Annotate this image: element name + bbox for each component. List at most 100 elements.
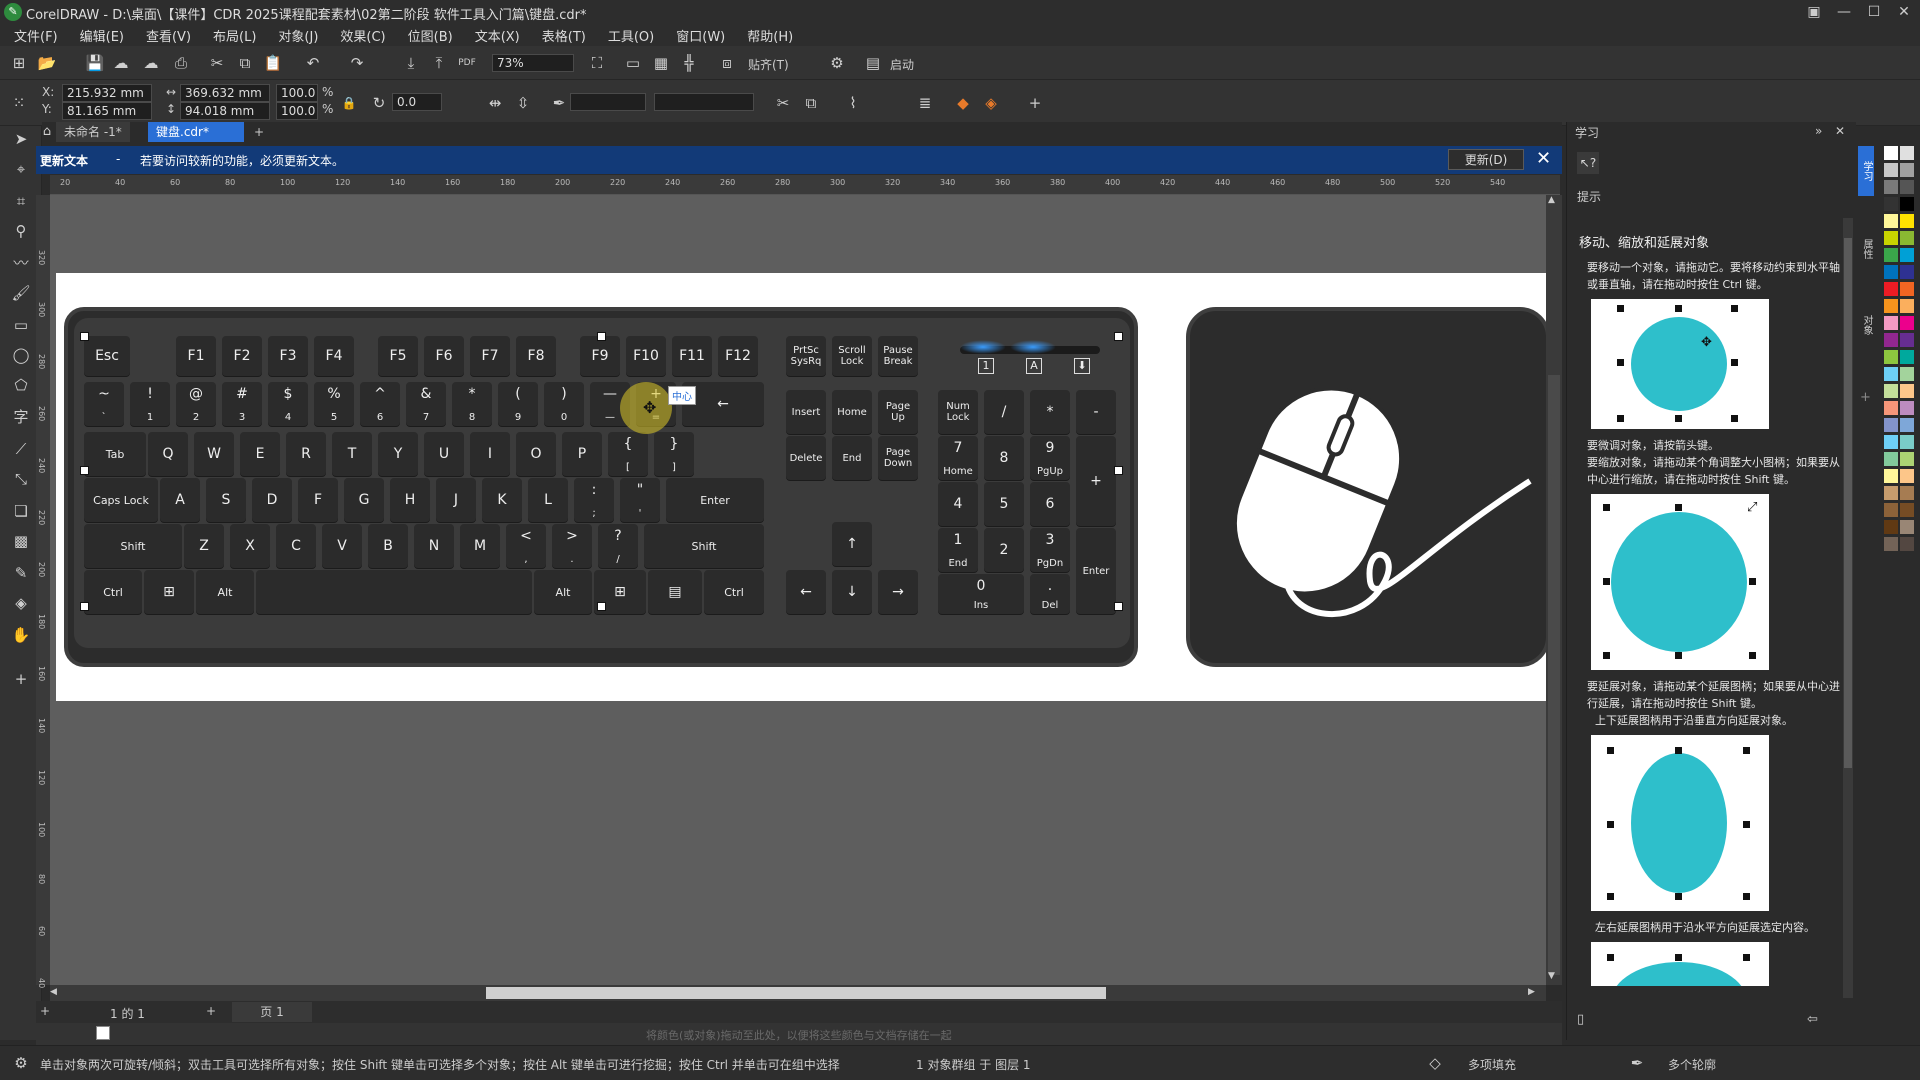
color-palette[interactable] — [1878, 140, 1920, 1020]
key-num-5[interactable]: 5 — [984, 482, 1024, 526]
key-num-1[interactable]: 1 End — [938, 528, 978, 572]
color-swatch[interactable] — [1900, 537, 1914, 551]
width-field[interactable]: 369.632 mm — [180, 84, 270, 102]
page-tab[interactable]: 页 1 — [232, 1002, 312, 1022]
fill-indicator-icon[interactable]: ◇ — [1424, 1052, 1446, 1074]
selection-handle[interactable] — [1114, 602, 1123, 611]
key-arrow-right[interactable]: → — [878, 570, 918, 614]
line-style-field[interactable] — [654, 93, 754, 111]
color-swatch[interactable] — [1884, 282, 1898, 296]
vertical-scrollbar[interactable]: ▲ ▼ — [1546, 195, 1562, 985]
shape-tool-icon[interactable]: ⌖ — [10, 158, 32, 180]
key-num-1[interactable]: ! 1 — [130, 382, 170, 426]
key-num-8[interactable]: * 8 — [452, 382, 492, 426]
key-i[interactable]: I — [470, 432, 510, 476]
open-icon[interactable]: 📂 — [36, 52, 58, 74]
key-f10[interactable]: F10 — [626, 336, 666, 376]
color-swatch[interactable] — [1884, 452, 1898, 466]
add-page-after-icon[interactable]: + — [206, 1004, 216, 1018]
key-arrow-up[interactable]: ↑ — [832, 522, 872, 566]
key-z[interactable]: Z — [184, 524, 224, 568]
close-notification-icon[interactable]: ✕ — [1536, 148, 1551, 169]
tab-objects[interactable]: 对象 — [1858, 300, 1874, 350]
selection-handle[interactable] — [1114, 466, 1123, 475]
key-right-ctrl[interactable]: Ctrl — [704, 570, 764, 614]
import-icon[interactable]: ⤓ — [400, 52, 422, 74]
connector-tool-icon[interactable]: ⤡ — [10, 468, 32, 490]
outline-width-field[interactable] — [570, 93, 646, 111]
y-position-field[interactable]: 81.165 mm — [62, 102, 152, 120]
menu-tools[interactable]: 工具(O) — [608, 26, 654, 45]
key-page-down[interactable]: Page Down — [878, 436, 918, 480]
zoom-tool-icon[interactable]: ⚲ — [10, 220, 32, 242]
cloud-download-icon[interactable]: ☁ — [140, 52, 162, 74]
color-swatch[interactable] — [1900, 503, 1914, 517]
key-close-bracket[interactable]: }] — [654, 432, 694, 476]
key-num-0[interactable]: ~ ` — [84, 382, 124, 426]
key-num-7[interactable]: 7 Home — [938, 436, 978, 480]
key-right-alt[interactable]: Alt — [534, 570, 592, 614]
key-l[interactable]: L — [528, 478, 568, 522]
fill-tool-icon[interactable]: ◈ — [10, 592, 32, 614]
color-swatch[interactable] — [1900, 214, 1914, 228]
menu-edit[interactable]: 编辑(E) — [80, 26, 124, 45]
new-tab-icon[interactable]: + — [246, 122, 272, 142]
key-x[interactable]: X — [230, 524, 270, 568]
key-num-8[interactable]: 8 — [984, 436, 1024, 480]
key-left-win[interactable]: ⊞ — [144, 570, 194, 614]
key-d[interactable]: D — [252, 478, 292, 522]
key-enter[interactable]: Enter — [666, 478, 764, 522]
menu-table[interactable]: 表格(T) — [542, 26, 586, 45]
color-swatch[interactable] — [1884, 384, 1898, 398]
key-caps-lock[interactable]: Caps Lock — [84, 478, 158, 522]
key-insert[interactable]: Insert — [786, 390, 826, 434]
x-position-field[interactable]: 215.932 mm — [62, 84, 152, 102]
key-s[interactable]: S — [206, 478, 246, 522]
tab-keyboard[interactable]: 键盘.cdr* — [148, 122, 244, 142]
key-f7[interactable]: F7 — [470, 336, 510, 376]
key-num-7[interactable]: & 7 — [406, 382, 446, 426]
add-docker-icon[interactable]: + — [1860, 390, 1871, 405]
docker-file-icon[interactable]: ▯ — [1577, 1012, 1584, 1027]
key-num-6[interactable]: ^ 6 — [360, 382, 400, 426]
color-swatch[interactable] — [1884, 146, 1898, 160]
key-r[interactable]: R — [286, 432, 326, 476]
snap-icon[interactable]: ⧈ — [716, 52, 738, 74]
key-num-minus[interactable]: - — [1076, 390, 1116, 434]
key-num-enter[interactable]: Enter — [1076, 528, 1116, 614]
key-right-shift[interactable]: Shift — [644, 524, 764, 568]
key-num-multiply[interactable]: * — [1030, 390, 1070, 434]
key-left-shift[interactable]: Shift — [84, 524, 182, 568]
paste-icon[interactable]: 📋 — [262, 52, 284, 74]
pdf-icon[interactable]: PDF — [456, 52, 478, 74]
key-f[interactable]: F — [298, 478, 338, 522]
new-document-icon[interactable]: ⊞ — [8, 52, 30, 74]
key-scroll-lock[interactable]: Scroll Lock — [832, 336, 872, 376]
artistic-media-icon[interactable]: 🖌 — [10, 282, 32, 304]
key-num-plus[interactable]: + — [1076, 436, 1116, 526]
docker-close-icon[interactable]: ✕ — [1835, 124, 1845, 138]
key-f1[interactable]: F1 — [176, 336, 216, 376]
key-num-del[interactable]: . Del — [1030, 574, 1070, 614]
no-color-swatch[interactable] — [96, 1026, 110, 1040]
color-swatch[interactable] — [1900, 265, 1914, 279]
key-num-3[interactable]: #3 — [222, 382, 262, 426]
key-o[interactable]: O — [516, 432, 556, 476]
key-f11[interactable]: F11 — [672, 336, 712, 376]
key-menu[interactable]: ▤ — [648, 570, 702, 614]
copy-icon[interactable]: ⧉ — [234, 52, 256, 74]
color-swatch[interactable] — [1900, 350, 1914, 364]
key-num-10[interactable]: ) 0 — [544, 382, 584, 426]
key-num-2[interactable]: @2 — [176, 382, 216, 426]
key-num-0[interactable]: 0 Ins — [938, 574, 1024, 614]
color-swatch[interactable] — [1900, 435, 1914, 449]
launch-icon[interactable]: ▤ — [862, 52, 884, 74]
launch-label[interactable]: 启动 — [890, 56, 914, 73]
docker-scrollbar[interactable] — [1843, 218, 1853, 998]
wrap-text-icon[interactable]: ≣ — [914, 92, 936, 114]
mouse-graphic[interactable] — [1186, 307, 1550, 667]
vertical-scroll-thumb[interactable] — [1548, 375, 1560, 975]
key-num-9[interactable]: (9 — [498, 382, 538, 426]
key-num-3[interactable]: 3 PgDn — [1030, 528, 1070, 572]
selection-handle[interactable] — [80, 602, 89, 611]
